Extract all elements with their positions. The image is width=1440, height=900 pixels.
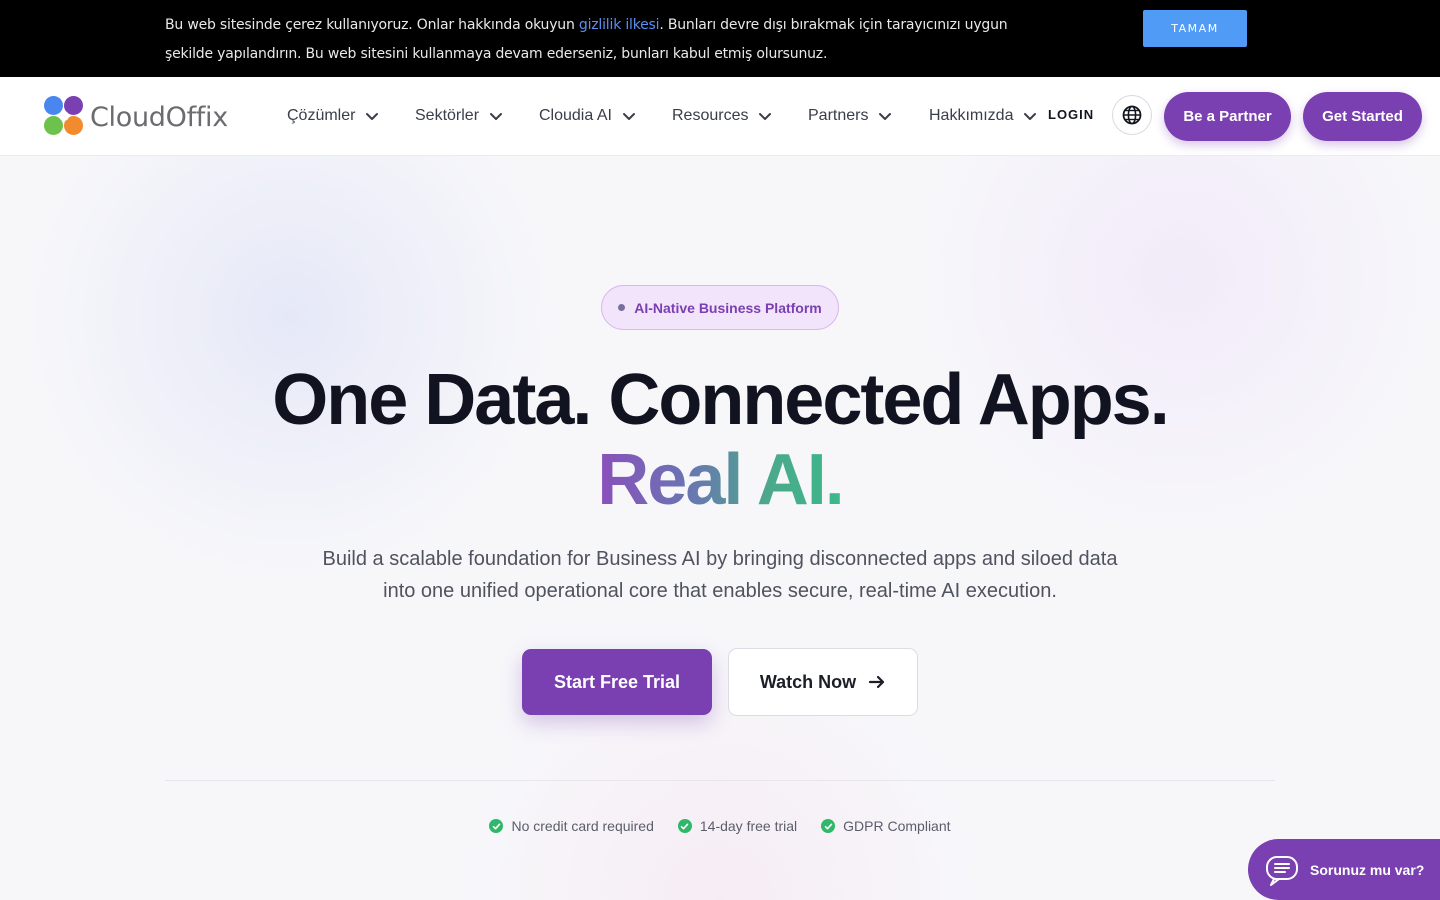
nav-item-cozumler[interactable]: Çözümler (287, 104, 379, 128)
privacy-policy-link[interactable]: gizlilik ilkesi (579, 17, 660, 33)
chat-widget-label: Sorunuz mu var? (1310, 861, 1425, 878)
nav-item-label: Çözümler (287, 107, 356, 124)
feature-label: 14-day free trial (699, 818, 798, 834)
cookie-text-before: Bu web sitesinde çerez kullanıyoruz. Onl… (165, 17, 579, 33)
chevron-down-icon (759, 113, 772, 120)
arrow-right-icon (869, 675, 885, 689)
login-link[interactable]: LOGIN (1048, 107, 1094, 122)
nav-item-label: Cloudia AI (539, 107, 612, 124)
chat-widget-button[interactable]: Sorunuz mu var? (1248, 839, 1440, 900)
get-started-button[interactable]: Get Started (1303, 92, 1422, 141)
nav-item-label: Partners (808, 107, 869, 124)
hero-background (0, 156, 1440, 900)
nav-item-partners[interactable]: Partners (808, 104, 892, 128)
hero-subtitle: Build a scalable foundation for Business… (322, 548, 1118, 602)
hero-title-gradient-text: Real AI. (597, 440, 844, 520)
be-a-partner-button[interactable]: Be a Partner (1164, 92, 1291, 141)
watch-now-button[interactable]: Watch Now (728, 648, 918, 716)
feature-label: GDPR Compliant (843, 818, 951, 834)
feature-item: 14-day free trial (677, 818, 798, 834)
badge-dot-icon (618, 304, 626, 311)
feature-item: GDPR Compliant (821, 818, 951, 834)
logo[interactable]: CloudOffix (42, 95, 228, 139)
check-circle-icon (677, 819, 692, 833)
navbar: CloudOffix Çözümler Sektörler Cloudia AI… (0, 77, 1440, 156)
nav-item-resources[interactable]: Resources (672, 104, 772, 128)
chat-bubble-icon (1266, 855, 1298, 886)
cookie-accept-button[interactable]: TAMAM (1143, 10, 1247, 47)
hero-title-line1: One Data. Connected Apps. (272, 360, 1169, 440)
feature-label: No credit card required (511, 818, 654, 834)
globe-icon (1122, 105, 1142, 125)
chevron-down-icon (490, 113, 503, 120)
hero-badge-label: AI-Native Business Platform (634, 299, 822, 316)
nav-item-sektorler[interactable]: Sektörler (415, 104, 503, 128)
check-circle-icon (489, 819, 504, 833)
feature-item: No credit card required (489, 818, 654, 834)
language-button[interactable] (1112, 95, 1152, 135)
watch-now-label: Watch Now (759, 671, 857, 692)
logo-mark-icon (42, 95, 86, 139)
hero-divider (165, 780, 1275, 781)
nav-item-hakkimizda[interactable]: Hakkımızda (929, 104, 1037, 128)
hero-title-line2: Real AI. (0, 438, 1440, 522)
chevron-down-icon (1024, 113, 1037, 120)
hero-features: No credit card required 14-day free tria… (0, 814, 1440, 838)
cookie-banner: Bu web sitesinde çerez kullanıyoruz. Onl… (0, 0, 1440, 77)
logo-text: CloudOffix (90, 101, 228, 133)
cookie-text: Bu web sitesinde çerez kullanıyoruz. Onl… (165, 11, 1055, 69)
chevron-down-icon (879, 113, 892, 120)
nav-item-cloudia-ai[interactable]: Cloudia AI (539, 104, 636, 128)
chevron-down-icon (622, 113, 635, 120)
start-free-trial-button[interactable]: Start Free Trial (522, 649, 712, 715)
nav-item-label: Resources (672, 107, 749, 124)
chevron-down-icon (366, 113, 379, 120)
check-circle-icon (821, 819, 836, 833)
hero-badge: AI-Native Business Platform (601, 285, 839, 330)
nav-item-label: Hakkımızda (929, 107, 1014, 124)
nav-item-label: Sektörler (415, 107, 480, 124)
